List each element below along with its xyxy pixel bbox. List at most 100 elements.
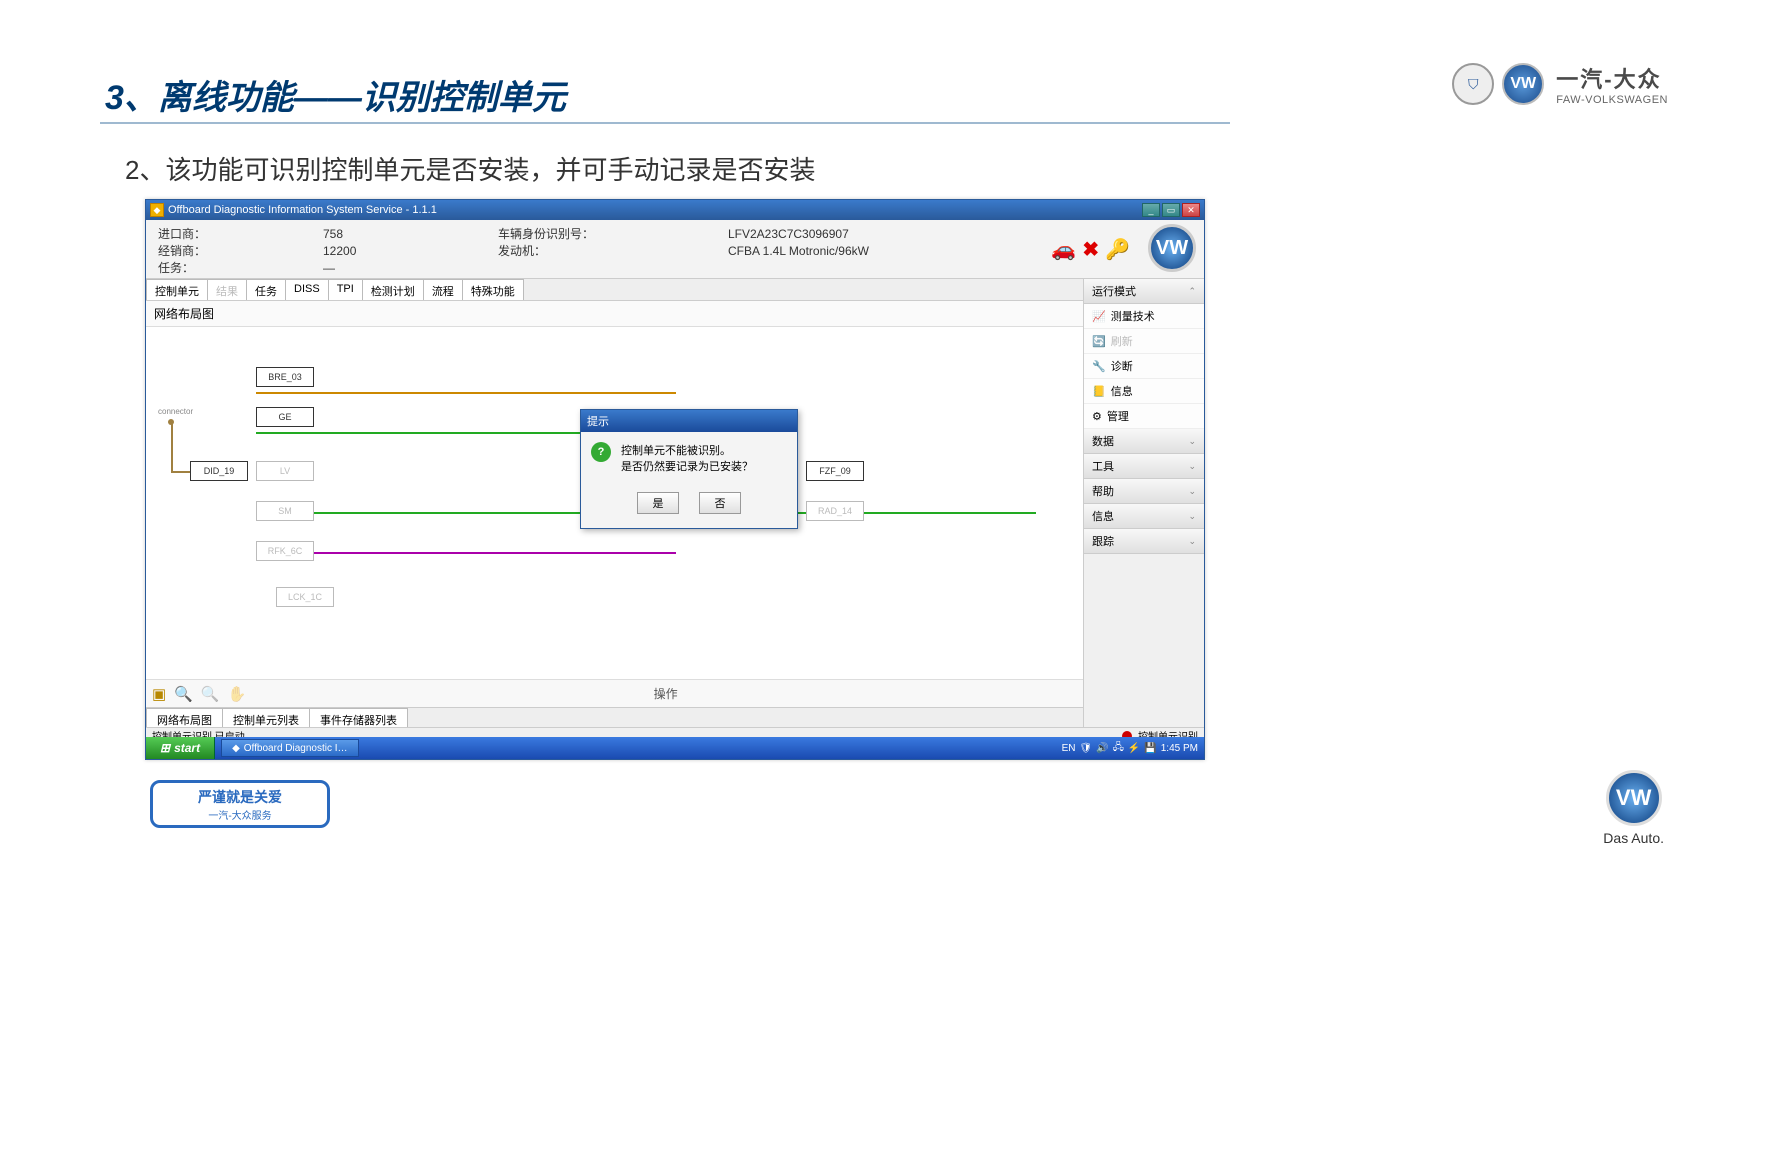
ecu-LV[interactable]: LV: [256, 461, 314, 481]
tab-task[interactable]: 任务: [246, 279, 286, 300]
no-button[interactable]: 否: [699, 492, 741, 514]
yes-button[interactable]: 是: [637, 492, 679, 514]
hand-icon[interactable]: ✋: [228, 685, 247, 703]
lang-indicator[interactable]: EN: [1062, 743, 1076, 754]
engine-label: 发动机：: [498, 243, 704, 260]
dialog-line1: 控制单元不能被识别。: [621, 442, 753, 458]
key-icon: 🔑: [1105, 237, 1130, 262]
sidebar-item-icon: 🔧: [1092, 360, 1106, 373]
faw-logo-icon: ⛉: [1452, 63, 1494, 105]
ecu-RFK_6C[interactable]: RFK_6C: [256, 541, 314, 561]
chevron-down-icon: ⌄: [1188, 436, 1196, 447]
tray-icon[interactable]: ⚡: [1128, 743, 1140, 754]
top-tabs: 控制单元 结果 任务 DISS TPI 检测计划 流程 特殊功能: [146, 279, 1083, 301]
tab-control-unit[interactable]: 控制单元: [146, 279, 208, 300]
start-button[interactable]: ⊞ start: [146, 737, 215, 759]
taskbar-app[interactable]: ◆ Offboard Diagnostic I…: [221, 739, 358, 757]
sidebar-item-信息[interactable]: 📒 信息: [1084, 379, 1204, 404]
bus-purple: [256, 552, 676, 554]
tab-event-list[interactable]: 事件存储器列表: [309, 708, 408, 729]
sidebar-item-label: 信息: [1111, 383, 1133, 399]
dealer-value: 12200: [323, 243, 474, 260]
das-auto-label: Das Auto.: [1603, 830, 1664, 846]
diagram-toolbar: ▣ 🔍 🔍 ✋ 操作: [146, 679, 1083, 707]
sidebar-item-管理[interactable]: ⚙管理: [1084, 404, 1204, 429]
brand-text: 一汽-大众 FAW-VOLKSWAGEN: [1556, 62, 1668, 106]
chevron-down-icon: ⌄: [1188, 511, 1196, 522]
tray-icon[interactable]: 🛡: [1080, 743, 1093, 754]
app-task-icon: ◆: [232, 743, 240, 754]
sidebar-section-工具[interactable]: 工具⌄: [1084, 454, 1204, 479]
badge-line1: 严谨就是关爱: [198, 787, 282, 807]
vin-value: LFV2A23C7C3096907: [728, 226, 949, 243]
sidebar-item-icon: 📈: [1092, 310, 1106, 323]
task-label: 任务：: [158, 260, 299, 277]
connector-label: connector: [158, 407, 193, 416]
fit-icon[interactable]: ▣: [152, 685, 166, 703]
tray-icon[interactable]: 🖧: [1113, 740, 1124, 757]
dialog-message: 控制单元不能被识别。 是否仍然要记录为已安装？: [621, 442, 753, 474]
tab-tpi[interactable]: TPI: [328, 279, 363, 300]
brand-en: FAW-VOLKSWAGEN: [1556, 94, 1668, 106]
start-label: start: [174, 741, 200, 755]
panel-title: 网络布局图: [146, 301, 1083, 327]
minimize-button[interactable]: _: [1142, 203, 1160, 217]
question-icon: ?: [591, 442, 611, 462]
sidebar-section-帮助[interactable]: 帮助 ⌄: [1084, 479, 1204, 504]
sidebar-section-label: 跟踪: [1092, 533, 1114, 549]
ecu-RAD_14[interactable]: RAD_14: [806, 501, 864, 521]
sidebar-item-label: 刷新: [1111, 333, 1133, 349]
sidebar-section-跟踪[interactable]: 跟踪 ⌄: [1084, 529, 1204, 554]
vw-badge-icon: VW: [1148, 224, 1196, 272]
sidebar-item-icon: 📒: [1092, 385, 1106, 398]
ecu-BRE_03[interactable]: BRE_03: [256, 367, 314, 387]
ecu-DID_19[interactable]: DID_19: [190, 461, 248, 481]
ecu-GE[interactable]: GE: [256, 407, 314, 427]
tab-process[interactable]: 流程: [423, 279, 463, 300]
tab-diss[interactable]: DISS: [285, 279, 329, 300]
sidebar-item-label: 测量技术: [1111, 308, 1155, 324]
sidebar-section-label: 数据: [1092, 433, 1114, 449]
tab-test-plan[interactable]: 检测计划: [362, 279, 424, 300]
mode-header-label: 运行模式: [1092, 283, 1136, 299]
close-button[interactable]: ✕: [1182, 203, 1200, 217]
sidebar-item-诊断[interactable]: 🔧 诊断: [1084, 354, 1204, 379]
maximize-button[interactable]: ▭: [1162, 203, 1180, 217]
operation-label: 操作: [654, 685, 678, 702]
sidebar-item-icon: ⚙: [1092, 410, 1102, 423]
tray-time: 1:45 PM: [1161, 743, 1198, 754]
tab-network-layout[interactable]: 网络布局图: [146, 708, 223, 729]
tray-icon[interactable]: 💾: [1144, 743, 1156, 754]
tab-result[interactable]: 结果: [207, 279, 247, 300]
sidebar-item-测量技术[interactable]: 📈 测量技术: [1084, 304, 1204, 329]
system-tray[interactable]: EN 🛡 🔊 🖧 ⚡ 💾 1:45 PM: [1056, 740, 1204, 757]
chevron-down-icon: ⌄: [1188, 536, 1196, 547]
service-badge: 严谨就是关爱 一汽-大众服务: [150, 780, 330, 828]
titlebar[interactable]: ◆ Offboard Diagnostic Information System…: [146, 200, 1204, 220]
dialog-title[interactable]: 提示: [581, 410, 797, 432]
sidebar-item-刷新: 🔄刷新: [1084, 329, 1204, 354]
sidebar-section-label: 工具: [1092, 458, 1114, 474]
vw-footer-logo: VW Das Auto.: [1603, 770, 1664, 846]
bottom-tabs: 网络布局图 控制单元列表 事件存储器列表: [146, 707, 1083, 729]
sidebar-section-label: 帮助: [1092, 483, 1114, 499]
sidebar-mode-header[interactable]: 运行模式 ⌃: [1084, 279, 1204, 304]
window-title: Offboard Diagnostic Information System S…: [168, 204, 437, 216]
ecu-FZF_09[interactable]: FZF_09: [806, 461, 864, 481]
confirm-dialog: 提示 ? 控制单元不能被识别。 是否仍然要记录为已安装？ 是 否: [580, 409, 798, 529]
tab-ecu-list[interactable]: 控制单元列表: [222, 708, 310, 729]
ecu-SM[interactable]: SM: [256, 501, 314, 521]
zoom-out-icon[interactable]: 🔍: [201, 685, 220, 703]
ecu-LCK_1C[interactable]: LCK_1C: [276, 587, 334, 607]
windows-icon: ⊞: [160, 741, 170, 755]
right-sidebar: 运行模式 ⌃ 📈测量技术🔄刷新🔧诊断📒信息⚙管理 数据⌄工具⌄帮助⌄信息⌄跟踪⌄…: [1084, 279, 1204, 759]
sidebar-section-数据[interactable]: 数据 ⌄: [1084, 429, 1204, 454]
sidebar-section-信息[interactable]: 信息⌄: [1084, 504, 1204, 529]
tray-icon[interactable]: 🔊: [1096, 743, 1108, 754]
dialog-line2: 是否仍然要记录为已安装？: [621, 458, 753, 474]
chevron-down-icon: ⌄: [1188, 486, 1196, 497]
taskbar-app-label: Offboard Diagnostic I…: [244, 743, 348, 754]
sidebar-item-label: 诊断: [1111, 358, 1133, 374]
zoom-in-icon[interactable]: 🔍: [174, 685, 193, 703]
tab-special[interactable]: 特殊功能: [462, 279, 524, 300]
